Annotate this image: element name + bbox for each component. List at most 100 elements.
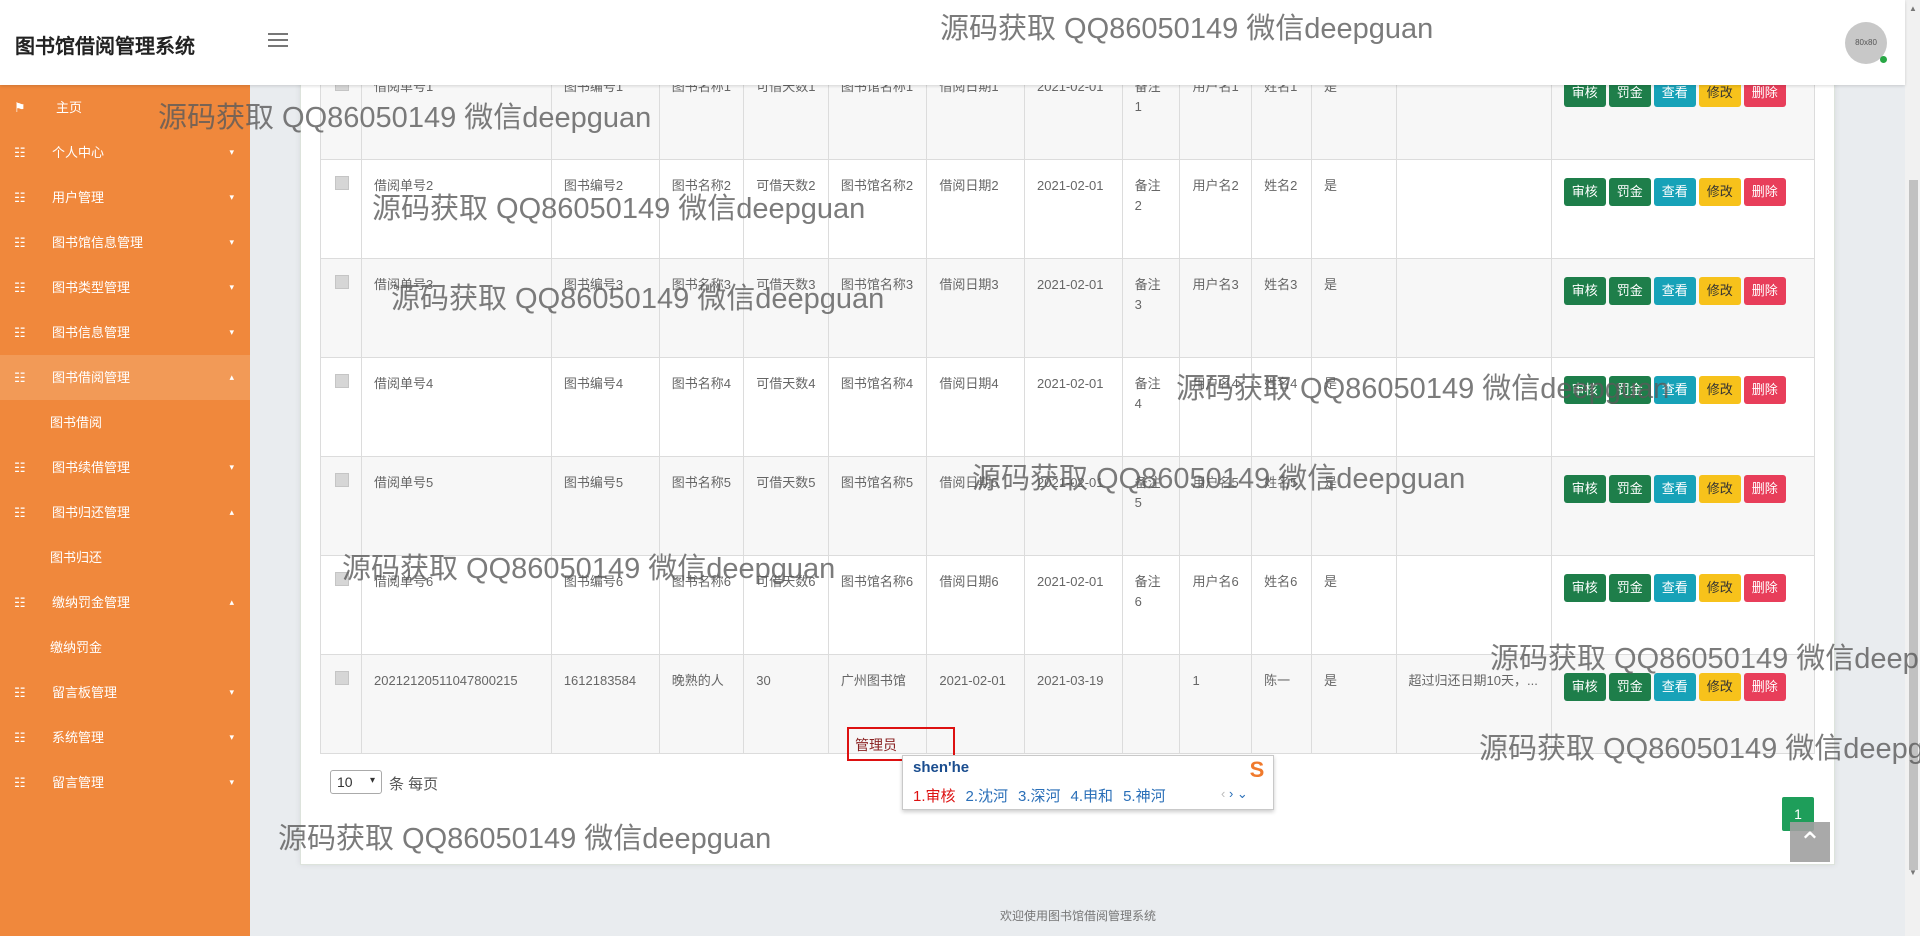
table-cell: 图书馆名称2 [827, 159, 928, 259]
table-cell [1395, 456, 1552, 556]
fine-button[interactable]: 罚金 [1608, 673, 1651, 701]
table-row: 借阅单号2 图书编号2 图书名称2 可借天数2 图书馆名称2 借阅日期2 2021-02-0… [320, 159, 1816, 259]
table-cell: 图书名称6 [658, 555, 745, 655]
fine-button[interactable]: 罚金 [1608, 574, 1651, 602]
fine-button[interactable]: 罚金 [1608, 475, 1651, 503]
view-button[interactable]: 查看 [1653, 178, 1696, 206]
per-page-label: 条 每页 [389, 776, 439, 793]
delete-button[interactable]: 删除 [1743, 277, 1786, 305]
audit-button[interactable]: 审核 [1563, 673, 1606, 701]
table-cell: 借阅日期2 [926, 159, 1025, 259]
sidebar-item-label: 图书馆信息管理 [52, 235, 144, 250]
table-cell: 备注6 [1121, 555, 1181, 655]
edit-button[interactable]: 修改 [1698, 574, 1741, 602]
delete-button[interactable]: 删除 [1743, 574, 1786, 602]
table-cell: 是 [1310, 555, 1397, 655]
sidebar-item-label: 图书借阅管理 [52, 370, 131, 385]
row-checkbox[interactable] [335, 671, 349, 685]
menu-toggle-icon[interactable] [268, 33, 288, 49]
fine-button[interactable]: 罚金 [1608, 277, 1651, 305]
table-cell: 借阅日期4 [926, 357, 1025, 457]
table-row: 借阅单号3 图书编号3 图书名称3 可借天数3 图书馆名称3 借阅日期3 2021-02-0… [320, 258, 1816, 358]
audit-button[interactable]: 审核 [1563, 277, 1606, 305]
sidebar-item[interactable]: ⚑ 主页 [0, 85, 250, 130]
audit-button[interactable]: 审核 [1563, 475, 1606, 503]
view-button[interactable]: 查看 [1653, 574, 1696, 602]
audit-button[interactable]: 审核 [1563, 574, 1606, 602]
table-cell: 2021-02-01 [1024, 456, 1123, 556]
edit-button[interactable]: 修改 [1698, 376, 1741, 404]
sidebar-subitem[interactable]: 图书归还 [0, 535, 250, 580]
chevron-icon: ▴ [229, 597, 234, 607]
ime-candidate[interactable]: 1.审核 [913, 788, 956, 805]
ime-candidate[interactable]: 3.深河 [1018, 788, 1061, 805]
fine-button[interactable]: 罚金 [1608, 376, 1651, 404]
ime-page-nav[interactable]: ‹ › ⌄ [1221, 786, 1248, 802]
grid-icon: ☷ [14, 325, 26, 340]
row-checkbox[interactable] [335, 572, 349, 586]
ime-candidate[interactable]: 2.沈河 [966, 788, 1009, 805]
view-button[interactable]: 查看 [1653, 673, 1696, 701]
sidebar-item[interactable]: ☷ 图书信息管理 ▾ [0, 310, 250, 355]
scroll-down-icon[interactable]: ▼ [1909, 868, 1917, 877]
back-to-top-icon[interactable]: ⌃ [1790, 822, 1830, 862]
audit-button[interactable]: 审核 [1563, 376, 1606, 404]
delete-button[interactable]: 删除 [1743, 178, 1786, 206]
delete-button[interactable]: 删除 [1743, 475, 1786, 503]
edit-button[interactable]: 修改 [1698, 475, 1741, 503]
sidebar-item-label: 个人中心 [52, 145, 105, 160]
sidebar-item-label: 留言管理 [52, 775, 105, 790]
delete-button[interactable]: 删除 [1743, 376, 1786, 404]
row-checkbox[interactable] [335, 374, 349, 388]
table-cell: 图书编号2 [550, 159, 660, 259]
table-cell [1395, 258, 1552, 358]
sidebar-item[interactable]: ☷ 图书类型管理 ▾ [0, 265, 250, 310]
scrollbar-thumb[interactable] [1909, 180, 1918, 870]
edit-button[interactable]: 修改 [1698, 673, 1741, 701]
fine-button[interactable]: 罚金 [1608, 178, 1651, 206]
chevron-icon: ▾ [229, 192, 234, 202]
ime-candidate[interactable]: 5.神河 [1123, 788, 1166, 805]
chevron-down-icon: ▾ [370, 775, 376, 786]
delete-button[interactable]: 删除 [1743, 673, 1786, 701]
row-checkbox[interactable] [335, 176, 349, 190]
sidebar-item[interactable]: ☷ 图书续借管理 ▾ [0, 445, 250, 490]
view-button[interactable]: 查看 [1653, 376, 1696, 404]
table-cell: 晚熟的人 [658, 654, 745, 754]
sidebar-subitem[interactable]: 图书借阅 [0, 400, 250, 445]
sidebar-item[interactable]: ☷ 系统管理 ▾ [0, 715, 250, 760]
scroll-up-icon[interactable]: ▲ [1909, 4, 1917, 13]
sidebar-item[interactable]: ☷ 留言板管理 ▾ [0, 670, 250, 715]
table-cell: 借阅日期6 [926, 555, 1025, 655]
sidebar-item[interactable]: ☷ 个人中心 ▾ [0, 130, 250, 175]
table-cell: 姓名4 [1251, 357, 1312, 457]
ime-candidate[interactable]: 4.申和 [1071, 788, 1114, 805]
row-checkbox[interactable] [335, 473, 349, 487]
edit-button[interactable]: 修改 [1698, 277, 1741, 305]
grid-icon: ☷ [14, 595, 26, 610]
view-button[interactable]: 查看 [1653, 475, 1696, 503]
row-actions: 审核 罚金 查看 修改 删除 [1550, 456, 1816, 556]
row-actions: 审核 罚金 查看 修改 删除 [1550, 258, 1816, 358]
table-cell: 2021-02-01 [1024, 555, 1123, 655]
sidebar-subitem[interactable]: 缴纳罚金 [0, 625, 250, 670]
audit-button[interactable]: 审核 [1563, 178, 1606, 206]
table-cell: 用户名6 [1179, 555, 1253, 655]
table-row: 借阅单号4 图书编号4 图书名称4 可借天数4 图书馆名称4 借阅日期4 2021-02-0… [320, 357, 1816, 457]
sidebar-item[interactable]: ☷ 缴纳罚金管理 ▴ [0, 580, 250, 625]
sidebar-item[interactable]: ☷ 用户管理 ▾ [0, 175, 250, 220]
table-cell: 借阅单号3 [361, 258, 552, 358]
table-cell: 借阅日期5 [926, 456, 1025, 556]
grid-icon: ☷ [14, 505, 26, 520]
sidebar-item[interactable]: ☷ 图书借阅管理 ▴ [0, 355, 250, 400]
edit-button[interactable]: 修改 [1698, 178, 1741, 206]
table-cell [1395, 555, 1552, 655]
sidebar-item[interactable]: ☷ 图书归还管理 ▴ [0, 490, 250, 535]
table-cell [1121, 654, 1181, 754]
sidebar-item[interactable]: ☷ 图书馆信息管理 ▾ [0, 220, 250, 265]
sidebar-item[interactable]: ☷ 留言管理 ▾ [0, 760, 250, 805]
row-checkbox[interactable] [335, 275, 349, 289]
table-cell: 是 [1310, 159, 1397, 259]
view-button[interactable]: 查看 [1653, 277, 1696, 305]
sogou-logo-icon: S [1249, 757, 1265, 782]
